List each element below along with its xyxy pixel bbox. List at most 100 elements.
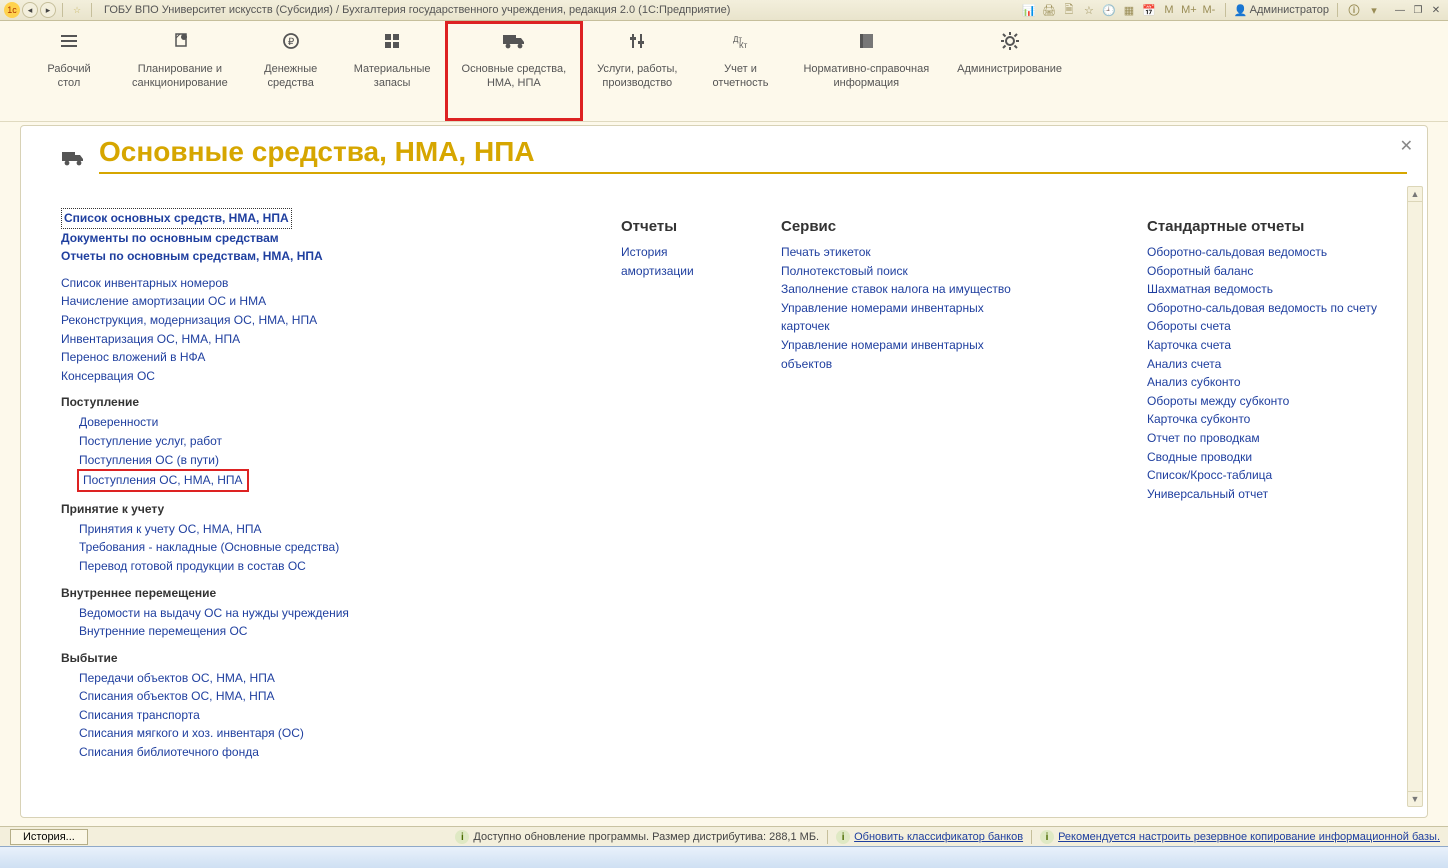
section-label: Учет иотчетность <box>705 63 775 91</box>
dispose-link[interactable]: Списания библиотечного фонда <box>79 743 581 762</box>
column-header: Сервис <box>781 218 1031 235</box>
top-link[interactable]: Отчеты по основным средствам, НМА, НПА <box>61 247 581 266</box>
section-fixed[interactable]: Основные средства,НМА, НПА <box>445 21 584 121</box>
section-planning[interactable]: Планирование исанкционирование <box>118 21 242 121</box>
move-link[interactable]: Внутренние перемещения ОС <box>79 622 581 641</box>
toolbar-doc-icon[interactable]: 🗎 <box>1061 2 1077 18</box>
section-admin[interactable]: Администрирование <box>943 21 1076 121</box>
page-panel: ✕ Основные средства, НМА, НПА Список осн… <box>20 125 1428 818</box>
dispose-link[interactable]: Списания транспорта <box>79 706 581 725</box>
section-services[interactable]: Услуги, работы,производство <box>583 21 691 121</box>
std-report-link[interactable]: Карточка счета <box>1147 336 1407 355</box>
current-user[interactable]: 👤 Администратор <box>1234 4 1329 17</box>
minimize-button[interactable]: — <box>1392 3 1408 17</box>
column-header: Отчеты <box>621 218 741 235</box>
service-column: Сервис Печать этикетокПолнотекстовый поис… <box>781 208 1031 789</box>
stock-icon <box>354 29 431 53</box>
std-report-link[interactable]: Обороты счета <box>1147 317 1407 336</box>
services-icon <box>597 29 677 53</box>
op-link[interactable]: Инвентаризация ОС, НМА, НПА <box>61 330 581 349</box>
std-report-link[interactable]: Оборотный баланс <box>1147 262 1407 281</box>
receipt-os-nma-npa-link[interactable]: Поступления ОС, НМА, НПА <box>83 471 243 490</box>
section-stock[interactable]: Материальныезапасы <box>340 21 445 121</box>
std-report-link[interactable]: Анализ субконто <box>1147 373 1407 392</box>
std-report-link[interactable]: Оборотно-сальдовая ведомость <box>1147 243 1407 262</box>
dispose-link[interactable]: Списания мягкого и хоз. инвентаря (ОС) <box>79 724 581 743</box>
std-report-link[interactable]: Оборотно-сальдовая ведомость по счету <box>1147 299 1407 318</box>
toolbar-grid-icon[interactable]: ▦ <box>1121 2 1137 18</box>
scroll-down-icon[interactable]: ▼ <box>1408 791 1422 806</box>
titlebar: 1c ◂ ▸ ☆ ГОБУ ВПО Университет искусств (… <box>0 0 1448 21</box>
op-link[interactable]: Список инвентарных номеров <box>61 274 581 293</box>
accept-link[interactable]: Принятия к учету ОС, НМА, НПА <box>79 520 581 539</box>
mem-mm[interactable]: M- <box>1201 2 1217 18</box>
section-label: Материальныезапасы <box>354 63 431 91</box>
service-link[interactable]: Печать этикеток <box>781 243 1031 262</box>
service-link[interactable]: Полнотекстовый поиск <box>781 262 1031 281</box>
section-label: Рабочийстол <box>34 63 104 91</box>
refs-icon <box>803 29 929 53</box>
accept-link[interactable]: Перевод готовой продукции в состав ОС <box>79 557 581 576</box>
info-icon[interactable]: ⓘ <box>1346 2 1362 18</box>
nav-back-icon[interactable]: ◂ <box>22 2 38 18</box>
toolbar-calendar-icon[interactable]: 📅 <box>1141 2 1157 18</box>
toolbar-clock-icon[interactable]: 🕘 <box>1101 2 1117 18</box>
std-report-link[interactable]: Список/Кросс-таблица <box>1147 466 1407 485</box>
accept-link[interactable]: Требования - накладные (Основные средств… <box>79 538 581 557</box>
close-button[interactable]: ✕ <box>1428 3 1444 17</box>
service-link[interactable]: Управление номерами инвентарных карточек <box>781 299 1031 336</box>
page-title: Основные средства, НМА, НПА <box>99 136 1407 174</box>
top-link[interactable]: Документы по основным средствам <box>61 229 581 248</box>
std-report-link[interactable]: Отчет по проводкам <box>1147 429 1407 448</box>
receipt-link[interactable]: Доверенности <box>79 413 581 432</box>
section-ribbon: Рабочийстол Планирование исанкционировани… <box>0 21 1448 122</box>
toolbar-print-icon[interactable]: 🖨 <box>1041 2 1057 18</box>
group-receipt: Поступление <box>61 395 581 409</box>
std-report-link[interactable]: Сводные проводки <box>1147 448 1407 467</box>
section-desktop[interactable]: Рабочийстол <box>20 21 118 121</box>
report-link[interactable]: амортизации <box>621 262 741 281</box>
toolbar-calc-icon[interactable]: 📊 <box>1021 2 1037 18</box>
history-button[interactable]: История... <box>10 829 88 845</box>
info-badge-icon: i <box>455 830 469 844</box>
backup-recommend-link[interactable]: Рекомендуется настроить резервное копиро… <box>1058 831 1440 843</box>
nav-fwd-icon[interactable]: ▸ <box>40 2 56 18</box>
service-link[interactable]: Управление номерами инвентарных объектов <box>781 336 1031 373</box>
scroll-up-icon[interactable]: ▲ <box>1408 187 1422 202</box>
section-refs[interactable]: Нормативно-справочнаяинформация <box>789 21 943 121</box>
dispose-link[interactable]: Передачи объектов ОС, НМА, НПА <box>79 669 581 688</box>
op-link[interactable]: Реконструкция, модернизация ОС, НМА, НПА <box>61 311 581 330</box>
desktop-icon <box>34 29 104 53</box>
dispose-link[interactable]: Списания объектов ОС, НМА, НПА <box>79 687 581 706</box>
top-link[interactable]: Список основных средств, НМА, НПА <box>61 208 292 229</box>
admin-icon <box>957 29 1062 53</box>
favorite-icon[interactable]: ☆ <box>69 2 85 18</box>
op-link[interactable]: Консервация ОС <box>61 367 581 386</box>
maximize-button[interactable]: ❐ <box>1410 3 1426 17</box>
info-badge-icon: i <box>836 830 850 844</box>
report-link[interactable]: История <box>621 243 741 262</box>
receipt-link[interactable]: Поступления ОС (в пути) <box>79 451 581 470</box>
std-report-link[interactable]: Шахматная ведомость <box>1147 280 1407 299</box>
info-badge-icon: i <box>1040 830 1054 844</box>
op-link[interactable]: Перенос вложений в НФА <box>61 348 581 367</box>
std-report-link[interactable]: Обороты между субконто <box>1147 392 1407 411</box>
std-report-link[interactable]: Анализ счета <box>1147 355 1407 374</box>
mem-mp[interactable]: M+ <box>1181 2 1197 18</box>
planning-icon <box>132 29 228 53</box>
mem-m[interactable]: M <box>1161 2 1177 18</box>
receipt-link[interactable]: Поступление услуг, работ <box>79 432 581 451</box>
std-report-link[interactable]: Карточка субконто <box>1147 410 1407 429</box>
page-close-button[interactable]: ✕ <box>1400 136 1413 156</box>
update-banks-link[interactable]: Обновить классификатор банков <box>854 831 1023 843</box>
toolbar-star-icon[interactable]: ☆ <box>1081 2 1097 18</box>
op-link[interactable]: Начисление амортизации ОС и НМА <box>61 292 581 311</box>
section-cash[interactable]: ₽Денежныесредства <box>242 21 340 121</box>
section-label: Администрирование <box>957 63 1062 77</box>
scrollbar[interactable]: ▲ ▼ <box>1407 186 1423 807</box>
section-accounting[interactable]: ДтКтУчет иотчетность <box>691 21 789 121</box>
std-report-link[interactable]: Универсальный отчет <box>1147 485 1407 504</box>
service-link[interactable]: Заполнение ставок налога на имущество <box>781 280 1031 299</box>
info-dropdown-icon[interactable]: ▾ <box>1366 2 1382 18</box>
move-link[interactable]: Ведомости на выдачу ОС на нужды учрежден… <box>79 604 581 623</box>
